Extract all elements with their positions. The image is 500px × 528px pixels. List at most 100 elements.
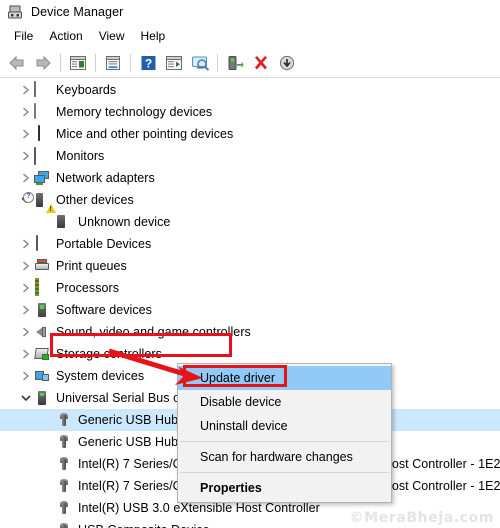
tree-item-label: Keyboards xyxy=(56,83,117,97)
tree-item-label: System devices xyxy=(56,369,145,383)
tree-item-mice-and-other-pointing-devices[interactable]: Mice and other pointing devices xyxy=(0,123,500,145)
no-expander xyxy=(40,431,56,453)
chevron-right-icon[interactable] xyxy=(18,145,34,167)
toolbar-separator-2 xyxy=(95,53,96,72)
tree-item-network-adapters[interactable]: Network adapters xyxy=(0,167,500,189)
tree-item-memory-technology-devices[interactable]: Memory technology devices xyxy=(0,101,500,123)
tree-item-monitors[interactable]: Monitors xyxy=(0,145,500,167)
chevron-right-icon[interactable] xyxy=(18,365,34,387)
system-device-icon xyxy=(34,368,50,384)
tree-item-unknown-device[interactable]: Unknown device xyxy=(0,204,500,233)
chevron-right-icon[interactable] xyxy=(18,101,34,123)
tree-item-label: Other devices xyxy=(56,193,134,207)
context-menu-item-disable-device[interactable]: Disable device xyxy=(178,390,391,414)
toolbar-separator-3 xyxy=(130,53,131,72)
chevron-right-icon[interactable] xyxy=(18,233,34,255)
unknown-device-warning-icon xyxy=(46,204,72,230)
storage-controller-icon xyxy=(34,346,50,362)
show-hide-console-tree-icon[interactable] xyxy=(65,51,91,75)
tree-item-label: Generic USB Hub xyxy=(78,413,179,427)
update-driver-icon[interactable] xyxy=(222,51,248,75)
device-context-menu[interactable]: Update driver Disable device Uninstall d… xyxy=(177,363,392,503)
tree-item-storage-controllers[interactable]: Storage controllers xyxy=(0,343,500,365)
tree-item-label: Sound, video and game controllers xyxy=(56,325,251,339)
tree-item-label: Monitors xyxy=(56,149,105,163)
tree-item-sound-video-and-game-controllers[interactable]: Sound, video and game controllers xyxy=(0,321,500,343)
tree-item-label: Storage controllers xyxy=(56,347,162,361)
watermark: ©MeraBheja.com xyxy=(349,510,494,526)
chevron-right-icon[interactable] xyxy=(18,79,34,101)
tree-item-label: Generic USB Hub xyxy=(78,435,179,449)
usb-device-icon xyxy=(56,500,72,516)
processor-icon xyxy=(34,278,50,296)
tree-item-label: Processors xyxy=(56,281,120,295)
toolbar-separator-1 xyxy=(60,53,61,72)
context-menu-item-update-driver[interactable]: Update driver xyxy=(178,366,391,390)
usb-device-icon xyxy=(56,412,72,428)
device-manager-icon xyxy=(7,4,23,20)
chevron-right-icon[interactable] xyxy=(18,255,34,277)
menu-bar: File Action View Help xyxy=(0,24,500,48)
window-title: Device Manager xyxy=(31,5,124,19)
chevron-right-icon[interactable] xyxy=(18,299,34,321)
menu-item-help[interactable]: Help xyxy=(134,27,175,45)
tree-item-label: Network adapters xyxy=(56,171,155,185)
chevron-right-icon[interactable] xyxy=(18,321,34,343)
usb-device-icon xyxy=(56,434,72,450)
software-device-icon xyxy=(34,302,50,318)
no-expander xyxy=(40,497,56,519)
tree-item-label: Portable Devices xyxy=(56,237,152,251)
tree-item-label: USB Composite Device xyxy=(78,519,210,528)
context-menu-separator-2 xyxy=(180,472,389,473)
chevron-down-icon[interactable] xyxy=(18,387,34,409)
sound-icon xyxy=(34,324,50,340)
no-expander xyxy=(40,519,56,528)
tree-item-processors[interactable]: Processors xyxy=(0,277,500,299)
show-hide-action-pane-icon[interactable] xyxy=(161,51,187,75)
chevron-right-icon[interactable] xyxy=(18,123,34,145)
tree-item-keyboards[interactable]: Keyboards xyxy=(0,79,500,101)
monitor-icon xyxy=(34,147,50,165)
chevron-right-icon[interactable] xyxy=(18,343,34,365)
context-menu-separator-1 xyxy=(180,441,389,442)
tree-item-label: Mice and other pointing devices xyxy=(56,127,234,141)
help-icon[interactable]: ? xyxy=(135,51,161,75)
portable-device-icon xyxy=(34,235,50,252)
properties-icon[interactable] xyxy=(100,51,126,75)
tree-item-print-queues[interactable]: Print queues xyxy=(0,255,500,277)
toolbar: ? xyxy=(0,48,500,78)
svg-text:?: ? xyxy=(144,56,151,70)
uninstall-device-icon[interactable] xyxy=(248,51,274,75)
menu-item-view[interactable]: View xyxy=(92,27,134,45)
no-expander xyxy=(40,475,56,497)
title-bar: Device Manager xyxy=(0,0,500,24)
tree-item-label: Software devices xyxy=(56,303,152,317)
network-adapter-icon xyxy=(34,170,50,186)
usb-device-icon xyxy=(56,522,72,528)
memory-icon xyxy=(34,103,50,120)
tree-item-software-devices[interactable]: Software devices xyxy=(0,299,500,321)
usb-controller-icon xyxy=(34,390,50,406)
usb-device-icon xyxy=(56,456,72,472)
no-expander xyxy=(40,211,56,233)
forward-arrow-icon[interactable] xyxy=(30,51,56,75)
back-arrow-icon[interactable] xyxy=(4,51,30,75)
context-menu-item-scan-for-hardware-changes[interactable]: Scan for hardware changes xyxy=(178,445,391,469)
toolbar-separator-4 xyxy=(217,53,218,72)
tree-item-other-devices[interactable]: ? Other devices xyxy=(0,189,500,211)
tree-item-label: Unknown device xyxy=(78,215,171,229)
menu-item-file[interactable]: File xyxy=(7,27,42,45)
tree-item-label: Memory technology devices xyxy=(56,105,213,119)
scan-for-hardware-changes-icon[interactable] xyxy=(187,51,213,75)
keyboard-icon xyxy=(34,81,50,98)
disable-device-icon[interactable] xyxy=(274,51,300,75)
context-menu-item-uninstall-device[interactable]: Uninstall device xyxy=(178,414,391,438)
chevron-right-icon[interactable] xyxy=(18,167,34,189)
context-menu-item-properties[interactable]: Properties xyxy=(178,476,391,500)
mouse-icon xyxy=(34,125,50,142)
chevron-right-icon[interactable] xyxy=(18,277,34,299)
menu-item-action[interactable]: Action xyxy=(42,27,91,45)
tree-item-portable-devices[interactable]: Portable Devices xyxy=(0,233,500,255)
tree-item-label: Print queues xyxy=(56,259,127,273)
printer-icon xyxy=(34,258,50,274)
